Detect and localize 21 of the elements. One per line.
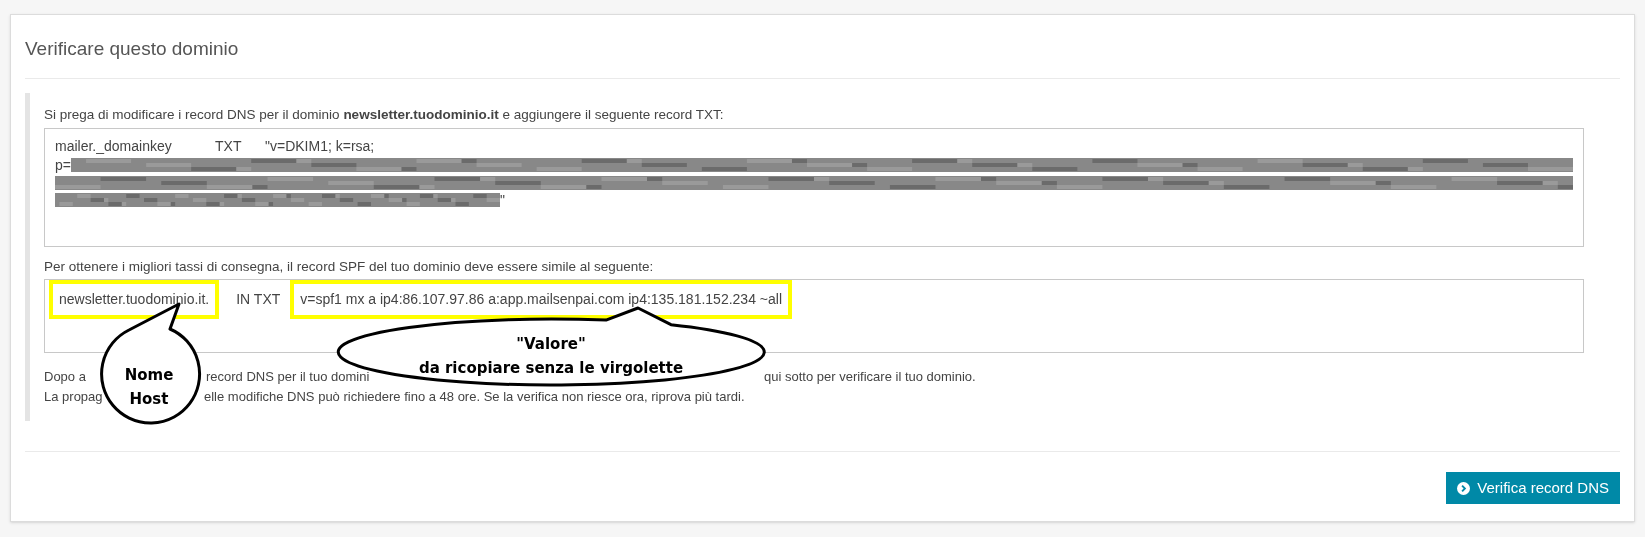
note-text: qui sotto per verificare il tuo dominio. [764, 369, 976, 384]
callout-text: da ricopiare senza le virgolette [418, 358, 684, 379]
record-type: IN TXT [236, 290, 282, 309]
instruction-text: Si prega di modificare i record DNS per il dominio newsletter.tuodominio.it e aggiungere il seguente record TXT: [44, 105, 724, 124]
note-text: record DNS per il tuo domini [206, 369, 370, 384]
instruction-text: Per ottenere i migliori tassi di consegna, il record SPF del tuo dominio deve essere simile al seguente: [44, 257, 654, 276]
record-value: " [500, 190, 505, 210]
callout-text: Nome [124, 365, 174, 386]
verify-button[interactable]: Verifica record DNS [1446, 472, 1620, 504]
note-text: Dopo a [44, 369, 86, 384]
record-value: p= [55, 155, 71, 175]
note-text: La propag [44, 389, 103, 404]
record-host: mailer._domainkey [55, 136, 173, 156]
record-value: "v=DKIM1; k=rsa; [265, 136, 375, 156]
record-value: v=spf1 mx a ip4:86.107.97.86 a:app.mailsenpai.com ip4:135.181.152.234 ~all [290, 280, 792, 319]
callout-text: "Valore" [516, 334, 586, 355]
record-type: TXT [215, 136, 243, 156]
callout-text: Host [129, 389, 169, 410]
record-host: newsletter.tuodominio.it. [49, 280, 220, 319]
card-title: Verificare questo dominio [25, 37, 239, 61]
note-text: elle modifiche DNS può richiedere fino a 48 ore. Se la verifica non riesce ora, riprova più tardi. [204, 389, 745, 404]
